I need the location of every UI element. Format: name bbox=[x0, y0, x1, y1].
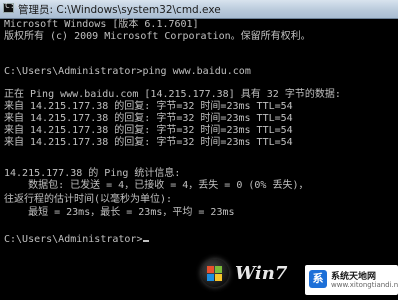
site-logo-icon: 系 bbox=[309, 270, 327, 288]
console-line: 来自 14.215.177.38 的回复: 字节=32 时间=23ms TTL=… bbox=[4, 137, 293, 148]
console-line: 正在 Ping www.baidu.com [14.215.177.38] 具有… bbox=[4, 89, 341, 100]
title-bar[interactable]: C:\ 管理员: C:\Windows\system32\cmd.exe bbox=[0, 0, 398, 19]
console-line: 版权所有 (c) 2009 Microsoft Corporation。保留所有… bbox=[4, 31, 311, 42]
cmd-window: C:\ 管理员: C:\Windows\system32\cmd.exe Mic… bbox=[0, 0, 398, 300]
console-line: Microsoft Windows [版本 6.1.7601] bbox=[4, 19, 199, 30]
text-cursor bbox=[143, 240, 150, 242]
site-badge: 系 系统天地网 www.xitongtiandi.net bbox=[305, 265, 398, 295]
console-line: 往返行程的估计时间(以毫秒为单位): bbox=[4, 194, 173, 205]
cmd-app-icon: C:\ bbox=[3, 1, 19, 13]
console-line: 数据包: 已发送 = 4，已接收 = 4，丢失 = 0 (0% 丢失)， bbox=[4, 180, 309, 191]
console-line: 来自 14.215.177.38 的回复: 字节=32 时间=23ms TTL=… bbox=[4, 113, 293, 124]
console-line: 14.215.177.38 的 Ping 统计信息: bbox=[4, 168, 181, 179]
win7-logo-text: Win7 bbox=[235, 263, 288, 284]
console-prompt-line: C:\Users\Administrator> bbox=[4, 234, 150, 245]
console-line: 来自 14.215.177.38 的回复: 字节=32 时间=23ms TTL=… bbox=[4, 101, 293, 112]
console-line: 最短 = 23ms，最长 = 23ms，平均 = 23ms bbox=[4, 207, 235, 218]
console-line: 来自 14.215.177.38 的回复: 字节=32 时间=23ms TTL=… bbox=[4, 125, 293, 136]
console-line: C:\Users\Administrator>ping www.baidu.co… bbox=[4, 66, 251, 77]
console-prompt: C:\Users\Administrator> bbox=[4, 234, 143, 245]
site-url: www.xitongtiandi.net bbox=[331, 281, 398, 289]
window-title: 管理员: C:\Windows\system32\cmd.exe bbox=[18, 4, 221, 16]
windows-flag-icon bbox=[201, 259, 229, 287]
win7-watermark: Win7 bbox=[195, 255, 305, 295]
